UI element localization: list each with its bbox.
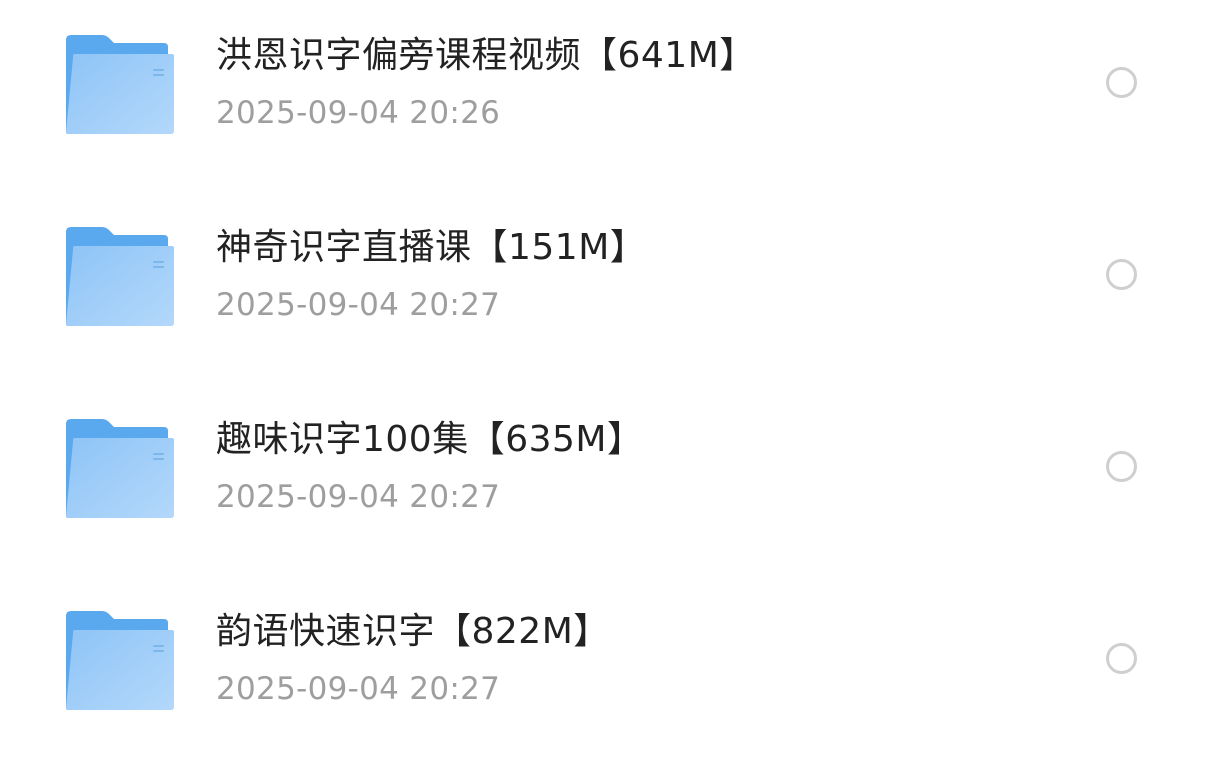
folder-icon [64,226,176,328]
file-date: 2025-09-04 20:27 [216,671,501,707]
file-date: 2025-09-04 20:26 [216,95,501,131]
folder-icon [64,418,176,520]
file-date: 2025-09-04 20:27 [216,287,501,323]
select-radio[interactable] [1106,451,1137,482]
file-row[interactable]: 神奇识字直播课【151M】 2025-09-04 20:27 [0,192,1220,384]
folder-icon [64,34,176,136]
file-name: 趣味识字100集【635M】 [216,419,644,460]
file-name: 韵语快速识字【822M】 [216,611,610,652]
file-list: 洪恩识字偏旁课程视频【641M】 2025-09-04 20:26 神奇识字直播… [0,0,1220,771]
select-radio[interactable] [1106,67,1137,98]
file-date: 2025-09-04 20:27 [216,479,501,515]
select-radio[interactable] [1106,643,1137,674]
select-radio[interactable] [1106,259,1137,290]
file-row[interactable]: 韵语快速识字【822M】 2025-09-04 20:27 [0,576,1220,768]
folder-icon [64,610,176,712]
file-row[interactable]: 趣味识字100集【635M】 2025-09-04 20:27 [0,384,1220,576]
file-row[interactable]: 洪恩识字偏旁课程视频【641M】 2025-09-04 20:26 [0,0,1220,192]
file-name: 洪恩识字偏旁课程视频【641M】 [216,35,756,76]
file-name: 神奇识字直播课【151M】 [216,227,647,268]
